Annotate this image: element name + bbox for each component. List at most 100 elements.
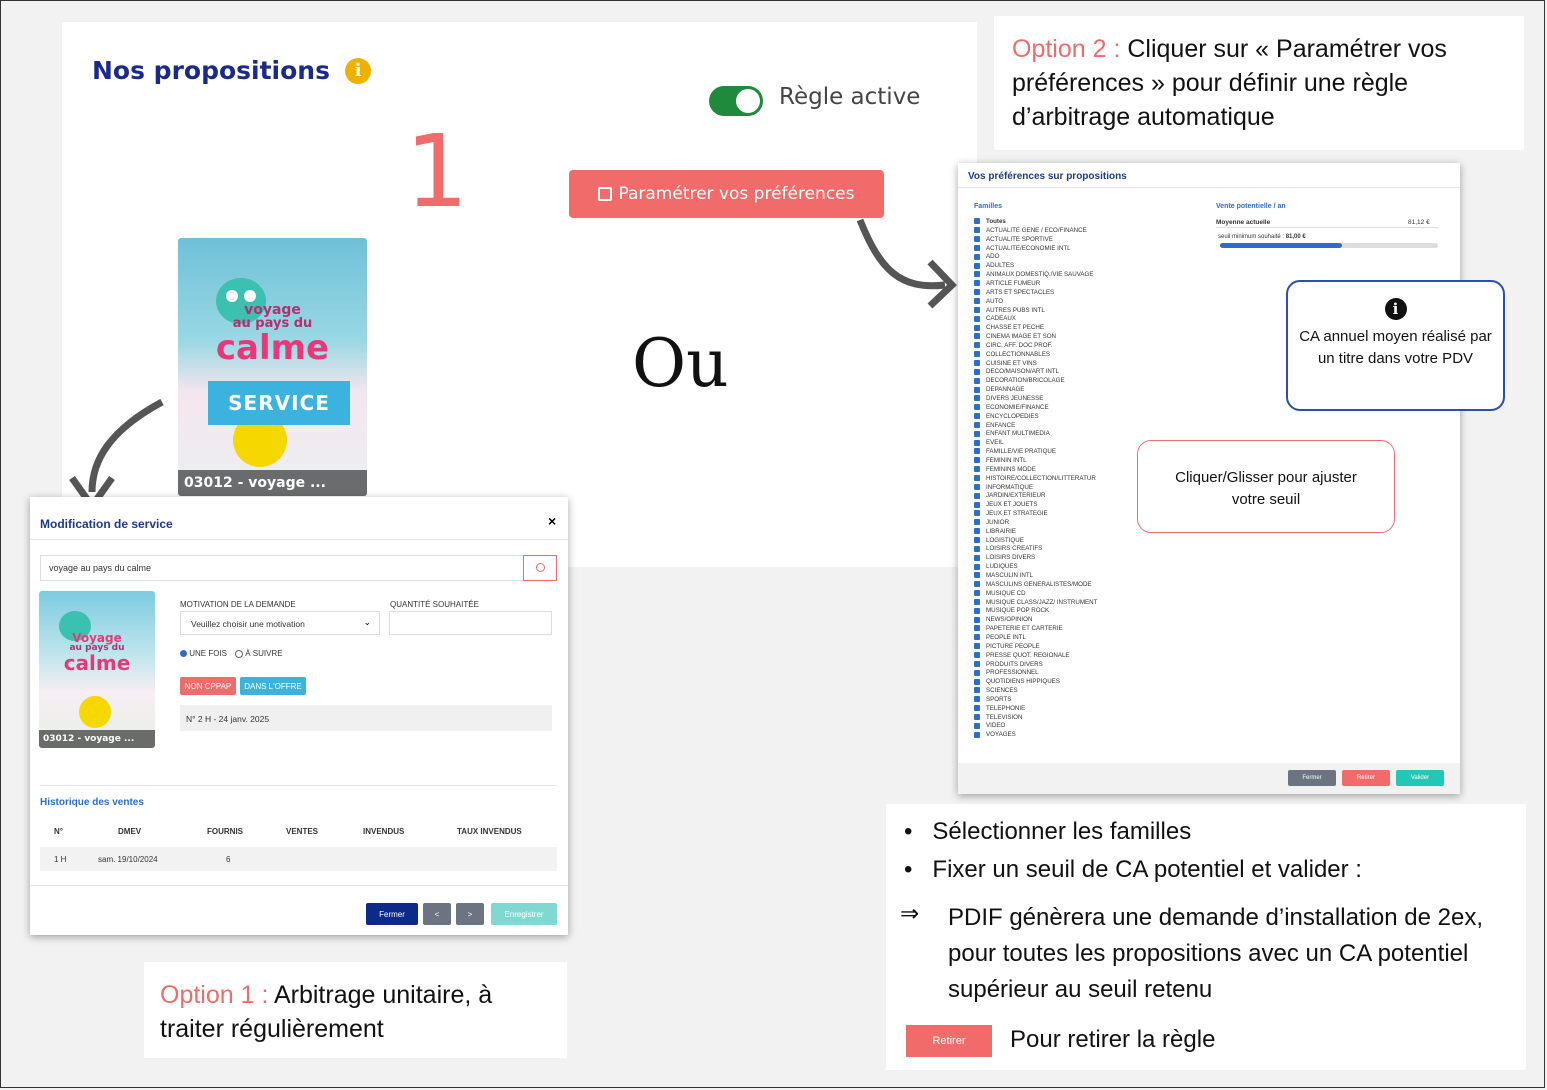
family-checkbox[interactable]: MUSIQUE CLASS/JAZZ/ INSTRUMENT bbox=[974, 599, 1097, 606]
history-title: Historique des ventes bbox=[40, 797, 144, 808]
family-checkbox[interactable]: ADULTES bbox=[974, 262, 1014, 269]
radio-follow[interactable]: À SUIVRE bbox=[235, 649, 283, 658]
family-checkbox[interactable]: AUTO bbox=[974, 298, 1003, 305]
family-checkbox[interactable]: DECO/MAISON/ART INTL bbox=[974, 368, 1059, 375]
family-checkbox[interactable]: DECORATION/BRICOLAGE bbox=[974, 377, 1065, 384]
pref-close-button[interactable]: Fermer bbox=[1288, 770, 1336, 786]
close-button[interactable]: Fermer bbox=[366, 903, 418, 925]
family-checkbox[interactable]: LIBRAIRIE bbox=[974, 528, 1016, 535]
family-checkbox[interactable]: MASCULINS GENERALISTES/MODE bbox=[974, 581, 1092, 588]
family-checkbox[interactable]: CINEMA IMAGE ET SON bbox=[974, 333, 1056, 340]
close-icon[interactable]: × bbox=[548, 513, 556, 529]
remove-button[interactable]: Retirer bbox=[906, 1025, 992, 1057]
checkbox-checked-icon bbox=[974, 413, 980, 420]
checkbox-checked-icon bbox=[974, 306, 980, 313]
family-checkbox[interactable]: FEMININS MODE bbox=[974, 466, 1036, 473]
family-checkbox[interactable]: DIVERS JEUNESSE bbox=[974, 395, 1043, 402]
family-checkbox[interactable]: ENCYCLOPEDIES bbox=[974, 413, 1039, 420]
family-checkbox[interactable]: ANIMAUX DOMESTIQ./VIE SAUVAGE bbox=[974, 271, 1094, 278]
quantity-field[interactable] bbox=[389, 611, 552, 635]
family-checkbox[interactable]: VIDEO bbox=[974, 722, 1005, 729]
family-checkbox[interactable]: ACTUALITE GENE / ECO/FINANCE bbox=[974, 227, 1087, 234]
family-checkbox[interactable]: COLLECTIONNABLES bbox=[974, 351, 1050, 358]
family-label: MUSIQUE CLASS/JAZZ/ INSTRUMENT bbox=[986, 598, 1098, 606]
steps-box: • Sélectionner les familles • Fixer un s… bbox=[886, 804, 1526, 1070]
family-checkbox[interactable]: PRODUITS DIVERS bbox=[974, 661, 1043, 668]
family-checkbox[interactable]: CIRC. AFF. DOC PROF. bbox=[974, 342, 1052, 349]
family-checkbox[interactable]: ENFANT MULTIMEDIA bbox=[974, 430, 1050, 437]
family-checkbox[interactable]: INFORMATIQUE bbox=[974, 484, 1033, 491]
family-checkbox[interactable]: ENFANCE bbox=[974, 422, 1015, 429]
family-checkbox[interactable]: ARTS ET SPECTACLES bbox=[974, 289, 1054, 296]
family-label: MASCULINS GENERALISTES/MODE bbox=[986, 580, 1092, 588]
pref-validate-button[interactable]: Valider bbox=[1396, 770, 1444, 786]
family-checkbox[interactable]: TELEPHONIE bbox=[974, 705, 1025, 712]
badge-in-offer: DANS L'OFFRE bbox=[240, 677, 306, 695]
family-checkbox[interactable]: PROFESSIONNEL bbox=[974, 669, 1039, 676]
family-checkbox[interactable]: LOISIRS DIVERS bbox=[974, 554, 1035, 561]
family-checkbox[interactable]: EVEIL bbox=[974, 439, 1004, 446]
pref-remove-button[interactable]: Retirer bbox=[1342, 770, 1390, 786]
family-checkbox[interactable]: PRESSE QUOT. REGIONALE bbox=[974, 652, 1070, 659]
family-label: DECORATION/BRICOLAGE bbox=[986, 377, 1065, 385]
arrow-to-modal bbox=[88, 398, 164, 493]
family-checkbox[interactable]: JUNIOR bbox=[974, 519, 1009, 526]
family-checkbox[interactable]: ACTUALITE/ECONOMIE INTL bbox=[974, 245, 1071, 252]
motivation-select[interactable]: Veuillez choisir une motivation ⌄ bbox=[180, 611, 380, 635]
family-checkbox[interactable]: FEMININ INTL bbox=[974, 457, 1027, 464]
family-checkbox[interactable]: CHASSE ET PECHE bbox=[974, 324, 1044, 331]
checkbox-checked-icon bbox=[974, 510, 980, 517]
radio-unchecked-icon bbox=[235, 649, 243, 658]
table-row[interactable]: 1 H sam. 19/10/2024 6 bbox=[40, 847, 557, 871]
checkbox-checked-icon bbox=[974, 528, 980, 535]
family-checkbox[interactable]: AUTRES PUBS INTL bbox=[974, 307, 1045, 314]
family-checkbox[interactable]: JARDIN/EXTERIEUR bbox=[974, 492, 1045, 499]
slide-callout: Cliquer/Glisser pour ajuster votre seuil bbox=[1137, 440, 1395, 533]
family-checkbox[interactable]: MUSIQUE CD bbox=[974, 590, 1026, 597]
family-label: JUNIOR bbox=[986, 518, 1010, 526]
col-taux: TAUX INVENDUS bbox=[457, 827, 522, 836]
family-checkbox[interactable]: TELEVISION bbox=[974, 714, 1022, 721]
family-checkbox[interactable]: MASCULIN INTL bbox=[974, 572, 1033, 579]
family-checkbox[interactable]: MUSIQUE POP ROCK bbox=[974, 607, 1049, 614]
family-checkbox[interactable]: HISTOIRE/COLLECTION/LITTERATUR bbox=[974, 475, 1096, 482]
family-checkbox[interactable]: LOISIRS CREATIFS bbox=[974, 545, 1042, 552]
family-label: ANIMAUX DOMESTIQ./VIE SAUVAGE bbox=[986, 271, 1094, 279]
family-checkbox[interactable]: JEUX ET JOUETS bbox=[974, 501, 1037, 508]
family-label: LIBRAIRIE bbox=[986, 527, 1016, 535]
save-button[interactable]: Enregistrer bbox=[491, 903, 557, 925]
family-label: ARTICLE FUMEUR bbox=[986, 279, 1041, 287]
family-checkbox[interactable]: Toutes bbox=[974, 218, 1006, 225]
family-checkbox[interactable]: PICTURE PEOPLE bbox=[974, 643, 1040, 650]
family-checkbox[interactable]: PAPETERIE ET CARTERIE bbox=[974, 625, 1063, 632]
family-checkbox[interactable]: VOYAGES bbox=[974, 731, 1016, 738]
family-checkbox[interactable]: CUISINE ET VINS bbox=[974, 360, 1037, 367]
search-button[interactable] bbox=[523, 555, 557, 581]
family-checkbox[interactable]: SPORTS bbox=[974, 696, 1011, 703]
family-checkbox[interactable]: CADEAUX bbox=[974, 315, 1016, 322]
prev-button[interactable]: < bbox=[423, 903, 451, 925]
radio-once[interactable]: UNE FOIS bbox=[180, 649, 227, 658]
checkbox-checked-icon bbox=[974, 475, 980, 481]
family-label: ACTUALITE/ECONOMIE INTL bbox=[986, 244, 1071, 252]
family-checkbox[interactable]: LOGISTIQUE bbox=[974, 537, 1024, 544]
family-checkbox[interactable]: PEOPLE INTL bbox=[974, 634, 1026, 641]
family-checkbox[interactable]: ECONOMIE/FINANCE bbox=[974, 404, 1049, 411]
family-checkbox[interactable]: NEWS/OPINION bbox=[974, 616, 1032, 623]
family-checkbox[interactable]: QUOTIDIENS HIPPIQUES bbox=[974, 678, 1060, 685]
family-checkbox[interactable]: SCIENCES bbox=[974, 687, 1018, 694]
family-label: PICTURE PEOPLE bbox=[986, 642, 1040, 650]
family-checkbox[interactable]: ARTICLE FUMEUR bbox=[974, 280, 1040, 287]
search-input[interactable]: voyage au pays du calme bbox=[40, 555, 526, 581]
checkbox-checked-icon bbox=[974, 421, 980, 428]
family-checkbox[interactable]: LUDIQUES bbox=[974, 563, 1018, 570]
next-button[interactable]: > bbox=[456, 903, 484, 925]
option2-box: Option 2 : Cliquer sur « Paramétrer vos … bbox=[994, 16, 1524, 150]
family-checkbox[interactable]: JEUX ET STRATEGIE bbox=[974, 510, 1048, 517]
family-checkbox[interactable]: FAMILLE/VIE PRATIQUE bbox=[974, 448, 1056, 455]
family-checkbox[interactable]: ADO bbox=[974, 253, 999, 260]
family-checkbox[interactable]: ACTUALITE SPORTIVE bbox=[974, 236, 1053, 243]
family-checkbox[interactable]: DEPANNAGE bbox=[974, 386, 1024, 393]
family-label: DIVERS JEUNESSE bbox=[986, 395, 1044, 402]
threshold-slider[interactable] bbox=[1220, 243, 1438, 248]
